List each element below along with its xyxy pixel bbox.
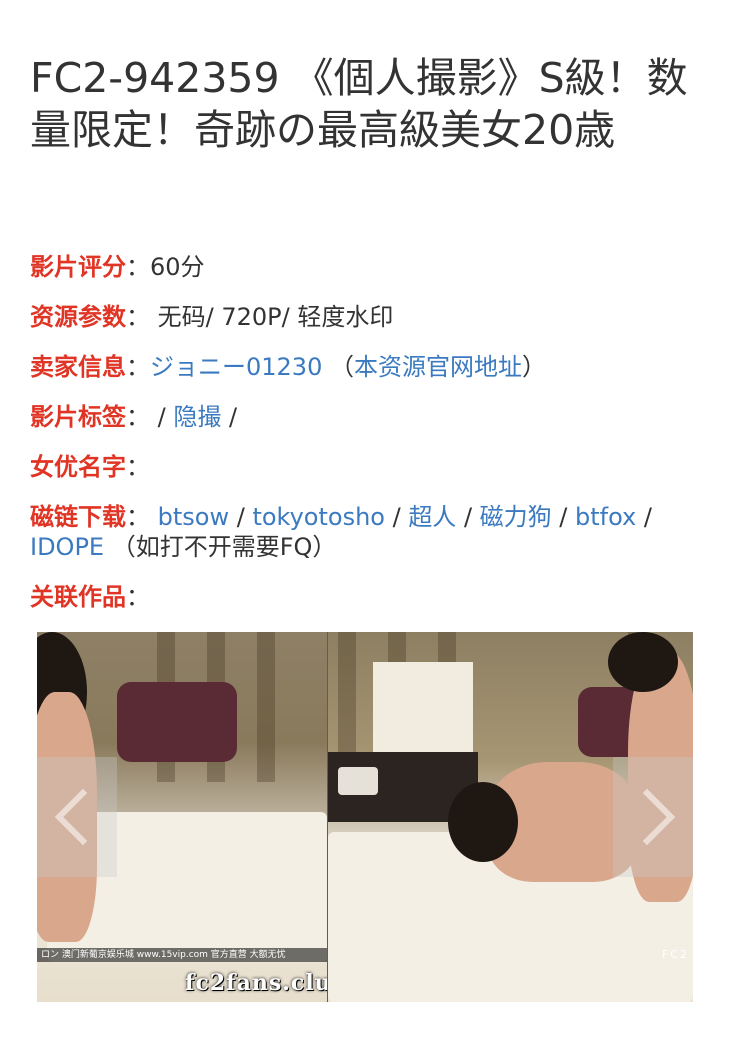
hair-shape bbox=[608, 632, 678, 692]
seller-name-link[interactable]: ジョニー01230 bbox=[150, 353, 322, 381]
seller-label: 卖家信息 bbox=[30, 353, 126, 381]
params-colon: ： bbox=[126, 303, 150, 331]
magnet-link-idope[interactable]: IDOPE bbox=[30, 533, 104, 561]
hair-shape bbox=[448, 782, 518, 862]
phone-shape bbox=[338, 767, 378, 795]
related-label: 关联作品 bbox=[30, 583, 126, 611]
page-title: FC2-942359 《個人撮影》S級！数量限定！奇跡の最高級美女20歳 bbox=[30, 54, 688, 154]
magnet-label: 磁链下载 bbox=[30, 503, 126, 531]
tags-row: 影片标签： / 隐撮 / bbox=[30, 402, 720, 432]
magnet-colon: ： bbox=[126, 503, 150, 531]
magnet-link-btsow[interactable]: btsow bbox=[158, 503, 229, 531]
corner-tag: FC2 bbox=[661, 948, 689, 961]
magnet-sep: / bbox=[636, 503, 660, 531]
watermark-strip: ロン 澳门新葡京娱乐城 www.15vip.com 官方直营 大额无忧 bbox=[37, 948, 327, 962]
magnet-sep: / bbox=[229, 503, 253, 531]
lamp-shade bbox=[373, 662, 473, 752]
seller-row: 卖家信息：ジョニー01230 （本资源官网地址） bbox=[30, 352, 720, 382]
magnet-link-cililigou[interactable]: 磁力狗 bbox=[480, 503, 552, 531]
watermark-site: fc2fans.club bbox=[185, 970, 327, 996]
tags-label: 影片标签 bbox=[30, 403, 126, 431]
actress-colon: ： bbox=[126, 453, 150, 481]
related-colon: ： bbox=[126, 583, 150, 611]
magnet-sep: / bbox=[456, 503, 480, 531]
official-site-link[interactable]: 本资源官网地址 bbox=[354, 353, 522, 381]
magnet-link-chaoren[interactable]: 超人 bbox=[408, 503, 456, 531]
rating-colon: ： bbox=[126, 253, 150, 281]
tags-colon: ： bbox=[126, 403, 150, 431]
magnet-sep: / bbox=[384, 503, 409, 531]
chevron-right-icon bbox=[618, 788, 676, 846]
seller-colon: ： bbox=[126, 353, 150, 381]
tags-separator: / bbox=[150, 403, 174, 431]
tag-link[interactable]: 隐撮 bbox=[173, 403, 221, 431]
rating-row: 影片评分：60分 bbox=[30, 252, 720, 282]
magnet-link-btfox[interactable]: btfox bbox=[575, 503, 636, 531]
gallery-next-button[interactable] bbox=[613, 757, 693, 877]
params-value: 无码/ 720P/ 轻度水印 bbox=[150, 303, 394, 331]
chevron-left-icon bbox=[54, 788, 112, 846]
actress-row: 女优名字： bbox=[30, 452, 720, 482]
magnet-link-tokyotosho[interactable]: tokyotosho bbox=[252, 503, 385, 531]
sofa-shape bbox=[117, 682, 237, 762]
params-row: 资源参数： 无码/ 720P/ 轻度水印 bbox=[30, 302, 720, 332]
magnet-sep: / bbox=[551, 503, 575, 531]
tags-separator-end: / bbox=[221, 403, 238, 431]
actress-label: 女优名字 bbox=[30, 453, 126, 481]
screenshot-gallery[interactable]: ロン 澳门新葡京娱乐城 www.15vip.com 官方直营 大额无忧 fc2f… bbox=[37, 632, 693, 1002]
rating-label: 影片评分 bbox=[30, 253, 126, 281]
seller-paren-close: ） bbox=[522, 353, 546, 381]
magnet-row: 磁链下载： btsow / tokyotosho / 超人 / 磁力狗 / bt… bbox=[30, 502, 720, 562]
gallery-prev-button[interactable] bbox=[37, 757, 117, 877]
wall-stripe bbox=[257, 632, 275, 782]
seller-paren-open: （ bbox=[322, 353, 354, 381]
params-label: 资源参数 bbox=[30, 303, 126, 331]
magnet-note: （如打不开需要FQ） bbox=[104, 533, 337, 561]
related-row: 关联作品： bbox=[30, 582, 720, 612]
rating-value: 60分 bbox=[150, 253, 205, 281]
